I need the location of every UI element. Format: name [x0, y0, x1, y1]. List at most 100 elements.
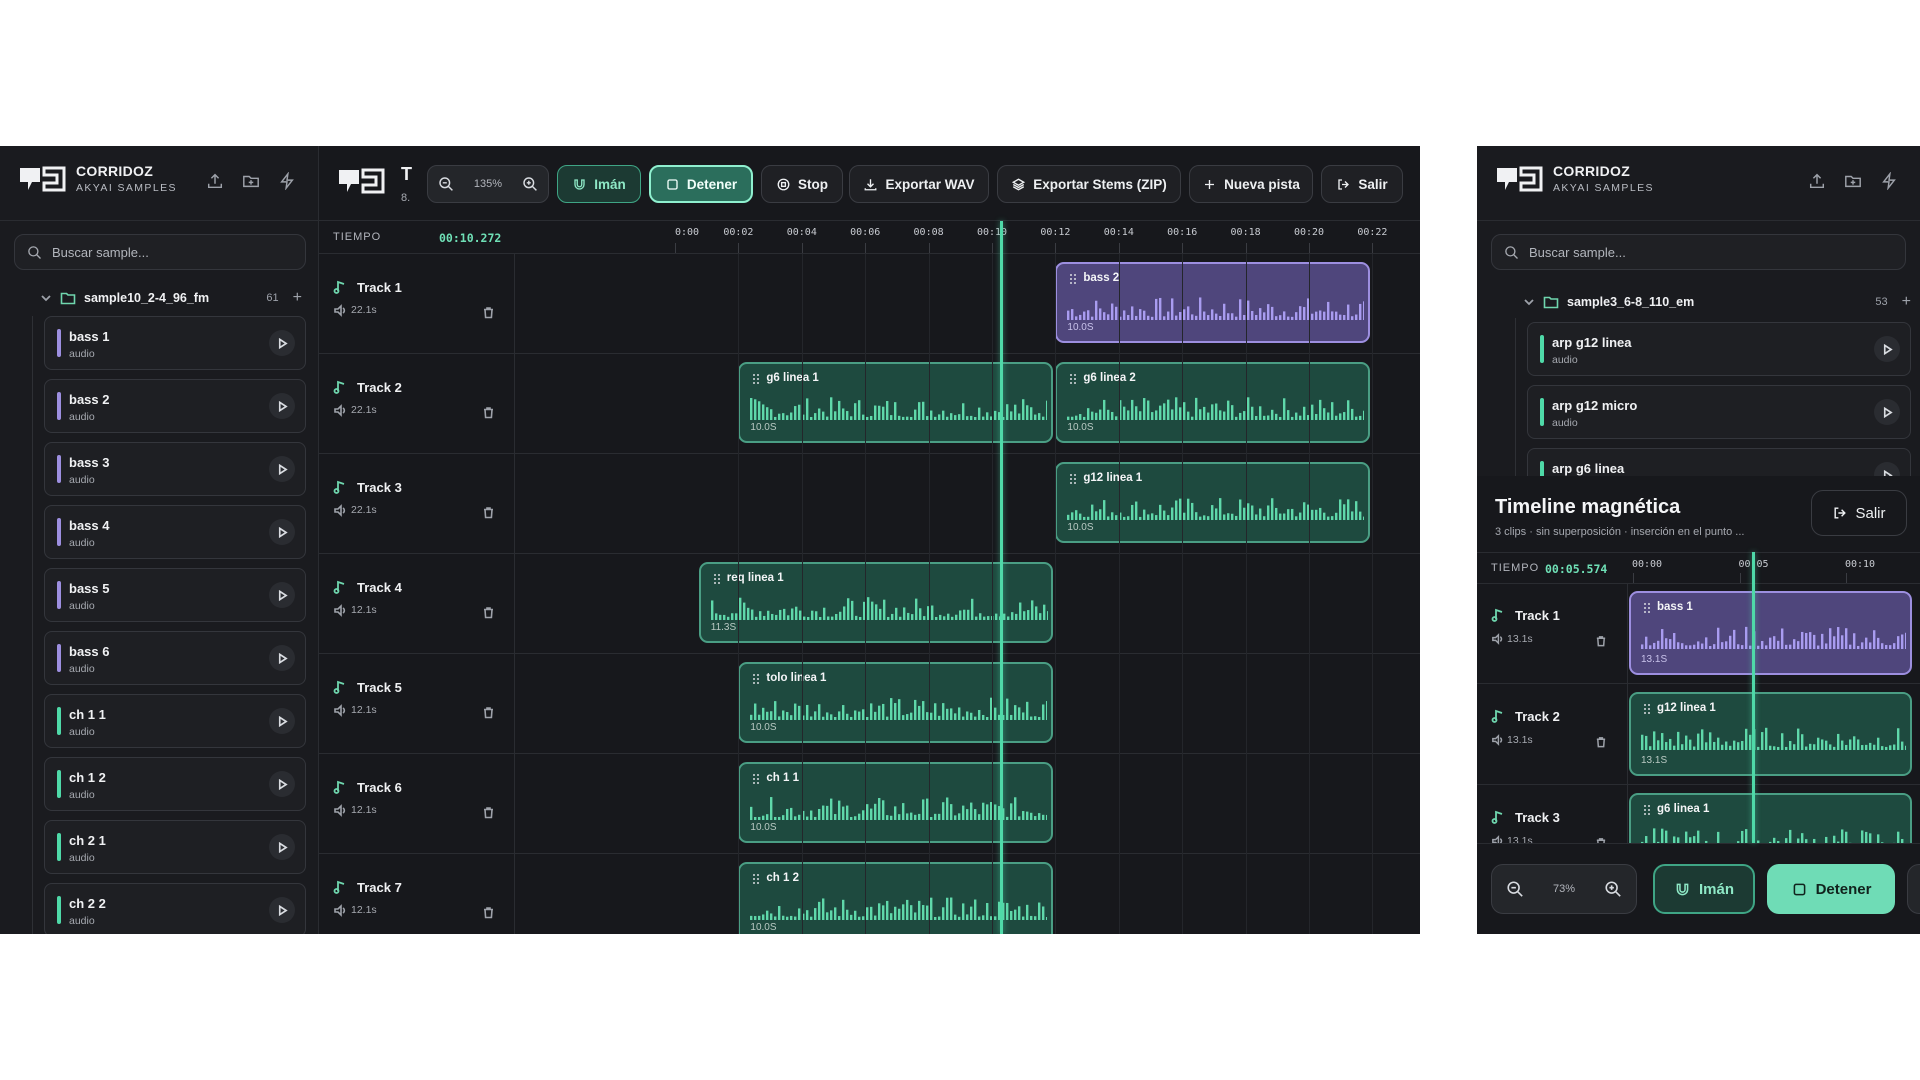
chevron-down-icon[interactable] — [1523, 296, 1535, 308]
play-button[interactable] — [269, 456, 295, 482]
stop-button[interactable]: Stop — [761, 165, 843, 203]
magnet-button[interactable]: Imán — [557, 165, 641, 203]
exit-button[interactable]: Salir — [1811, 490, 1907, 536]
play-button[interactable] — [269, 645, 295, 671]
sample-name: ch 1 2 — [69, 770, 106, 785]
folder-row[interactable]: sample10_2-4_96_fm 61 + — [40, 286, 302, 310]
trash-icon[interactable] — [482, 806, 495, 819]
track-lane[interactable]: ch 1 1 10.0S — [515, 754, 1420, 853]
audio-clip[interactable]: tolo linea 1 10.0S — [738, 662, 1054, 743]
sample-item[interactable]: arp g12 micro audio — [1527, 385, 1911, 439]
search-field[interactable] — [1491, 234, 1906, 270]
sample-item[interactable]: bass 5 audio — [44, 568, 306, 622]
new-track-button[interactable]: Nueva pista — [1189, 165, 1313, 203]
track-header[interactable]: Track 2 13.1s — [1477, 684, 1628, 784]
more-button[interactable] — [1907, 864, 1920, 914]
track-header[interactable]: Track 3 13.1s — [1477, 785, 1628, 843]
track-header[interactable]: Track 5 12.1s — [319, 654, 515, 753]
sample-item[interactable]: ch 2 2 audio — [44, 883, 306, 934]
trash-icon[interactable] — [482, 406, 495, 419]
track-header[interactable]: Track 4 12.1s — [319, 554, 515, 653]
audio-clip[interactable]: ch 1 1 10.0S — [738, 762, 1054, 843]
upload-icon[interactable] — [1808, 172, 1828, 192]
exit-button[interactable]: Salir — [1321, 165, 1403, 203]
export-wav-button[interactable]: Exportar WAV — [849, 165, 989, 203]
play-button[interactable] — [1874, 399, 1900, 425]
play-button[interactable] — [269, 708, 295, 734]
folder-add-icon[interactable] — [1844, 172, 1864, 192]
sample-item[interactable]: arp g12 linea audio — [1527, 322, 1911, 376]
chevron-down-icon[interactable] — [40, 292, 52, 304]
add-icon[interactable]: + — [1902, 293, 1911, 311]
time-ruler[interactable]: TIEMPO 00:10.272 0:00 00:02 00:04 00:06 00:0… — [319, 221, 1420, 254]
stop-playback-button[interactable]: Detener — [1767, 864, 1895, 914]
audio-clip[interactable]: bass 1 13.1S — [1629, 591, 1912, 675]
play-icon — [1883, 406, 1893, 418]
track-lane[interactable]: g6 linea 1 10.0S g6 linea 2 10.0S — [515, 354, 1420, 453]
mobile-sample-browser: CORRIDOZ AKYAI SAMPLES sample3_6-8_110_e… — [1477, 146, 1920, 502]
audio-clip[interactable]: g6 linea 2 10.0S — [1055, 362, 1371, 443]
track-lane[interactable]: ch 1 2 10.0S — [515, 854, 1420, 934]
track-header[interactable]: Track 1 22.1s — [319, 254, 515, 353]
track-header[interactable]: Track 2 22.1s — [319, 354, 515, 453]
track-lane[interactable]: tolo linea 1 10.0S — [515, 654, 1420, 753]
trash-icon[interactable] — [482, 706, 495, 719]
grid-line — [865, 254, 867, 934]
track-header[interactable]: Track 3 22.1s — [319, 454, 515, 553]
magnet-button[interactable]: Imán — [1653, 864, 1755, 914]
trash-icon[interactable] — [482, 306, 495, 319]
sample-item[interactable]: bass 6 audio — [44, 631, 306, 685]
audio-clip[interactable]: ch 1 2 10.0S — [738, 862, 1054, 934]
zoom-in-icon[interactable] — [1604, 880, 1622, 898]
trash-icon[interactable] — [482, 606, 495, 619]
upload-icon[interactable] — [206, 172, 226, 192]
sample-item[interactable]: ch 1 2 audio — [44, 757, 306, 811]
search-field[interactable] — [14, 234, 306, 270]
stop-playback-button[interactable]: Detener — [649, 165, 753, 203]
zoom-in-icon[interactable] — [522, 176, 538, 192]
zoom-out-icon[interactable] — [438, 176, 454, 192]
play-button[interactable] — [269, 897, 295, 923]
play-button[interactable] — [269, 519, 295, 545]
track-header[interactable]: Track 1 13.1s — [1477, 583, 1628, 683]
play-button[interactable] — [269, 771, 295, 797]
play-button[interactable] — [269, 582, 295, 608]
search-input[interactable] — [1527, 243, 1871, 261]
track-header[interactable]: Track 7 12.1s — [319, 854, 515, 934]
sample-item[interactable]: ch 1 1 audio — [44, 694, 306, 748]
sample-item[interactable]: bass 2 audio — [44, 379, 306, 433]
folder-row[interactable]: sample3_6-8_110_em 53 + — [1523, 290, 1911, 314]
export-stems-button[interactable]: Exportar Stems (ZIP) — [997, 165, 1181, 203]
audio-clip[interactable]: g12 linea 1 13.1S — [1629, 692, 1912, 776]
search-input[interactable] — [50, 243, 284, 261]
add-icon[interactable]: + — [293, 289, 302, 307]
trash-icon[interactable] — [1595, 736, 1607, 748]
sample-item[interactable]: ch 2 1 audio — [44, 820, 306, 874]
audio-clip[interactable]: g6 linea 113.1S — [1629, 793, 1912, 843]
trash-icon[interactable] — [482, 506, 495, 519]
folder-add-icon[interactable] — [242, 172, 262, 192]
playhead[interactable] — [999, 221, 1003, 934]
audio-clip[interactable]: g12 linea 1 10.0S — [1055, 462, 1371, 543]
lightning-icon[interactable] — [1880, 171, 1900, 192]
audio-clip[interactable]: g6 linea 1 10.0S — [738, 362, 1054, 443]
track-header[interactable]: Track 6 12.1s — [319, 754, 515, 853]
play-button[interactable] — [269, 834, 295, 860]
sample-item[interactable]: bass 3 audio — [44, 442, 306, 496]
sample-item[interactable]: bass 1 audio — [44, 316, 306, 370]
track-lane[interactable]: g12 linea 1 10.0S — [515, 454, 1420, 553]
track-lane[interactable]: bass 2 10.0S — [515, 254, 1420, 353]
music-note-icon — [333, 780, 345, 794]
time-ruler[interactable]: TIEMPO 00:05.574 00:0000:0500:10 — [1477, 552, 1920, 584]
lightning-icon[interactable] — [278, 171, 298, 192]
play-button[interactable] — [1874, 336, 1900, 362]
audio-clip[interactable]: bass 2 10.0S — [1055, 262, 1371, 343]
play-button[interactable] — [269, 393, 295, 419]
zoom-out-icon[interactable] — [1506, 880, 1524, 898]
trash-icon[interactable] — [1595, 635, 1607, 647]
playhead[interactable] — [1751, 552, 1755, 843]
play-button[interactable] — [269, 330, 295, 356]
trash-icon[interactable] — [482, 906, 495, 919]
track-lane[interactable]: req linea 1 11.3S — [515, 554, 1420, 653]
sample-item[interactable]: bass 4 audio — [44, 505, 306, 559]
